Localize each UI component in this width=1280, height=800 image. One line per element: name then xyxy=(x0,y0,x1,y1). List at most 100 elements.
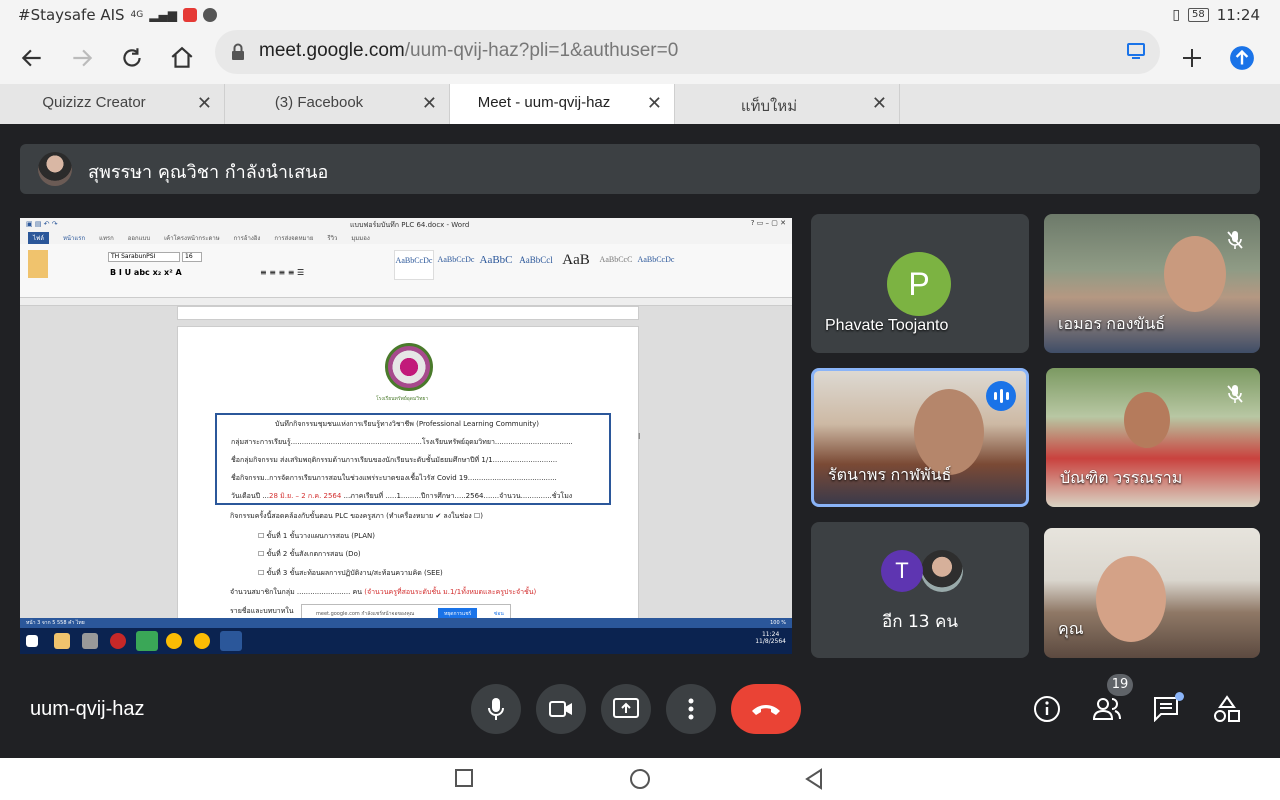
tab-new[interactable]: แท็บใหม่ ✕ xyxy=(675,84,900,124)
style-heading1[interactable]: AaBbC xyxy=(476,250,516,280)
close-icon[interactable]: ✕ xyxy=(647,93,662,114)
others-initial: T xyxy=(895,558,909,583)
word-titlebar: ▣ ▤ ↶ ↷ แบบฟอร์มบันทึก PLC 64.docx - Wor… xyxy=(20,218,792,232)
home-nav-icon[interactable] xyxy=(629,768,651,790)
people-icon[interactable] xyxy=(1090,692,1124,726)
taskbar-clock: 11:24 11/8/2564 xyxy=(755,631,786,645)
shared-screen[interactable]: ▣ ▤ ↶ ↷ แบบฟอร์มบันทึก PLC 64.docx - Wor… xyxy=(20,218,792,654)
style-heading2[interactable]: AaBbCcl xyxy=(516,250,556,280)
style-subtitle[interactable]: AaBbCcC xyxy=(596,250,636,280)
close-icon[interactable]: ✕ xyxy=(197,93,212,114)
word-menu-layout[interactable]: เค้าโครงหน้ากระดาษ xyxy=(164,233,220,243)
taskbar-time: 11:24 xyxy=(761,631,780,638)
word-menu-design[interactable]: ออกแบบ xyxy=(128,233,150,243)
participant-name: Phavate Toojanto xyxy=(825,317,949,334)
chat-notification-dot xyxy=(1175,692,1184,701)
update-icon[interactable] xyxy=(1222,38,1262,78)
close-icon[interactable]: ✕ xyxy=(422,93,437,114)
document-page[interactable]: โรงเรียนทรัพย์อุดมวิทยา บันทึกกิจกรรมชุม… xyxy=(177,326,639,626)
participant-name: เอมอร กองขันธ์ xyxy=(1058,316,1166,333)
memo-date-line: วันเดือนปี ...28 มิ.ย. – 2 ก.ค. 2564 ...… xyxy=(231,491,572,502)
word-menu-view[interactable]: มุมมอง xyxy=(351,233,369,243)
meeting-info-icon[interactable] xyxy=(1030,692,1064,726)
close-icon[interactable]: ✕ xyxy=(872,93,887,114)
network-label: 4G xyxy=(130,10,144,20)
self-tile[interactable]: คุณ xyxy=(1044,528,1260,658)
media-icon[interactable] xyxy=(82,633,98,649)
camera-button[interactable] xyxy=(536,684,586,734)
presenting-banner: สุพรรษา คุณวิชา กำลังนำเสนอ xyxy=(20,144,1260,194)
app-icon[interactable] xyxy=(110,633,126,649)
reload-icon[interactable] xyxy=(112,38,152,78)
present-button[interactable] xyxy=(601,684,651,734)
forward-icon[interactable] xyxy=(62,38,102,78)
word-ribbon: TH SarabunPSI 16 B I U abc x₂ x² A ≡ ≡ ≡… xyxy=(20,244,792,298)
word-menu: ไฟล์ หน้าแรก แทรก ออกแบบ เค้าโครงหน้ากระ… xyxy=(20,232,792,244)
others-avatar-photo xyxy=(921,550,963,592)
style-emphasis[interactable]: AaBbCcDc xyxy=(636,250,676,280)
style-no-spacing[interactable]: AaBbCcDc xyxy=(436,250,476,280)
word-menu-home[interactable]: หน้าแรก xyxy=(63,233,85,243)
mic-button[interactable] xyxy=(471,684,521,734)
word-icon: ▣ ▤ ↶ ↷ xyxy=(26,220,58,228)
recents-icon[interactable] xyxy=(454,768,476,790)
others-tile[interactable]: T อีก 13 คน xyxy=(811,522,1029,658)
font-name-select[interactable]: TH SarabunPSI xyxy=(108,252,180,262)
text-cursor-icon: I xyxy=(638,432,641,441)
participant-tile[interactable]: บัณฑิต วรรณราม xyxy=(1046,368,1260,507)
others-avatar: T xyxy=(881,550,923,592)
members-line: จำนวนสมาชิกในกลุ่ม .....................… xyxy=(230,587,536,598)
participant-tile-active[interactable]: รัตนาพร กาฬพันธ์ xyxy=(811,368,1029,507)
memo-title: บันทึกกิจกรรมชุมชนแห่งการเรียนรู้ทางวิชา… xyxy=(275,420,540,428)
address-bar[interactable]: meet.google.com/uum-qvij-haz?pli=1&authu… xyxy=(215,30,1160,74)
chrome-icon[interactable] xyxy=(166,633,182,649)
toast-text: meet.google.com กำลังแชร์หน้าจอของคุณ xyxy=(316,611,415,617)
activities-icon[interactable] xyxy=(1210,692,1244,726)
step-item: ☐ ขั้นที่ 1 ขั้นวางแผนการสอน (PLAN) xyxy=(258,532,376,540)
font-size-select[interactable]: 16 xyxy=(182,252,202,262)
ruler xyxy=(20,298,792,306)
clock: 11:24 xyxy=(1216,6,1260,24)
lock-icon xyxy=(231,43,245,65)
leave-call-button[interactable] xyxy=(731,684,801,734)
tab-meet[interactable]: Meet - uum-qvij-haz ✕ xyxy=(450,84,675,124)
word-menu-review[interactable]: รีวิว xyxy=(327,233,337,243)
word-menu-insert[interactable]: แทรก xyxy=(99,233,114,243)
participant-tile[interactable]: P Phavate Toojanto xyxy=(811,214,1029,353)
document-area[interactable]: โรงเรียนทรัพย์อุดมวิทยา บันทึกกิจกรรมชุม… xyxy=(20,306,792,626)
paste-icon[interactable] xyxy=(28,250,48,278)
home-icon[interactable] xyxy=(162,38,202,78)
carrier-label: #Staysafe AIS xyxy=(18,6,125,24)
line-icon[interactable] xyxy=(136,631,158,651)
chrome-icon[interactable] xyxy=(194,633,210,649)
signal-icon: ▂▄▆ xyxy=(149,8,177,22)
cast-icon[interactable] xyxy=(1126,42,1146,64)
self-video xyxy=(1096,556,1166,642)
tab-label: Meet - uum-qvij-haz xyxy=(477,94,611,111)
back-icon[interactable] xyxy=(12,38,52,78)
word-taskbar-icon[interactable] xyxy=(220,631,242,651)
file-explorer-icon[interactable] xyxy=(54,633,70,649)
word-menu-file[interactable]: ไฟล์ xyxy=(28,232,49,244)
avatar xyxy=(38,152,72,186)
word-menu-references[interactable]: การอ้างอิง xyxy=(234,233,261,243)
hide-toast-button[interactable]: ซ่อน xyxy=(494,610,504,618)
taskbar-date: 11/8/2564 xyxy=(755,638,786,645)
windows-start-icon[interactable] xyxy=(26,635,38,647)
style-normal[interactable]: AaBbCcDc xyxy=(394,250,434,280)
style-title[interactable]: AaB xyxy=(556,250,596,280)
more-options-button[interactable] xyxy=(666,684,716,734)
messenger-icon xyxy=(202,8,217,22)
tab-label: (3) Facebook xyxy=(274,94,364,111)
participant-video xyxy=(1164,236,1226,312)
tab-facebook[interactable]: (3) Facebook ✕ xyxy=(225,84,450,124)
format-buttons[interactable]: B I U abc x₂ x² A xyxy=(110,268,182,277)
memo-line: กลุ่มสาระการเรียนรู้....................… xyxy=(231,438,573,446)
word-menu-mailings[interactable]: การส่งจดหมาย xyxy=(274,233,313,243)
new-tab-icon[interactable] xyxy=(1172,38,1212,78)
paragraph-buttons[interactable]: ≡ ≡ ≡ ≡ ☰ xyxy=(260,268,304,277)
participant-tile[interactable]: เอมอร กองขันธ์ xyxy=(1044,214,1260,353)
url-path: /uum-qvij-haz?pli=1&authuser=0 xyxy=(404,40,679,61)
tab-quizizz[interactable]: Quizizz Creator ✕ xyxy=(0,84,225,124)
back-nav-icon[interactable] xyxy=(804,768,826,790)
